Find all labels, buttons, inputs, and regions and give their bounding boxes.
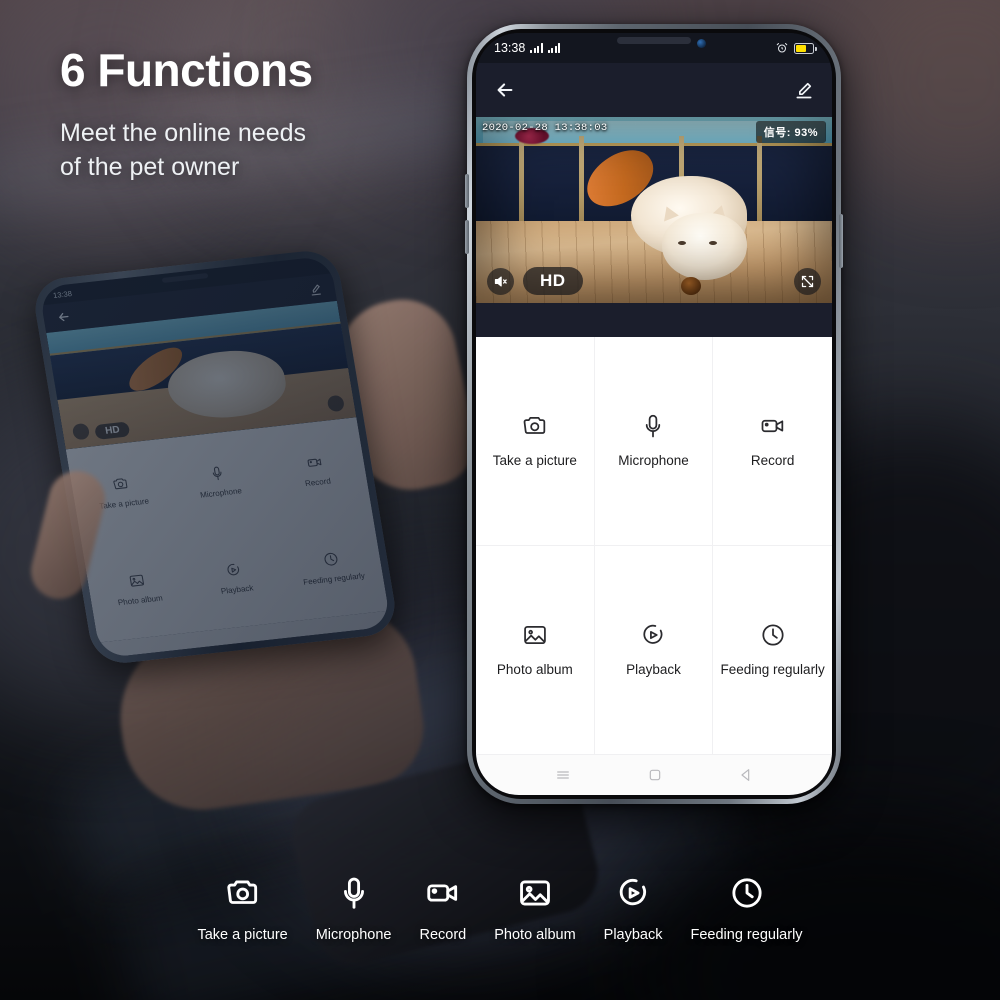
secondary-phone-mockup: 13:38 HD Take a picture Microphone Record P… [30, 247, 400, 667]
function-label: Take a picture [492, 453, 577, 469]
clock-icon [324, 553, 338, 566]
secondary-status-time: 13:38 [52, 288, 73, 300]
home-square-icon[interactable] [647, 767, 663, 783]
phone-volume-button[interactable] [465, 220, 469, 254]
video-signal-badge: 信号: 93% [755, 121, 826, 143]
function-cell-take-a-picture[interactable]: Take a picture [476, 337, 595, 546]
video-timestamp: 2020-02-28 13:38:03 [482, 122, 608, 134]
strip-item-label: Photo album [494, 927, 576, 943]
function-label: Record [750, 453, 795, 469]
back-arrow-icon[interactable] [56, 309, 72, 324]
primary-phone-mockup: 13:38 2020-02-28 13:38:03 信号: 93% HD Tak… [465, 24, 843, 804]
strip-item-photo-album[interactable]: Photo album [480, 874, 589, 943]
page-subtitle: Meet the online needs of the pet owner [60, 119, 307, 182]
strip-item-feeding-regularly[interactable]: Feeding regularly [677, 874, 817, 943]
video-bottom-spacer [476, 303, 832, 337]
circular-play-icon [228, 564, 240, 576]
function-label: Photo album [496, 662, 573, 678]
secondary-function-cell-record[interactable]: Record [259, 417, 372, 524]
menu-lines-icon[interactable] [554, 766, 572, 784]
headline-block: 6 Functions Meet the online needs of the … [60, 46, 480, 185]
microphone-icon [213, 466, 222, 481]
strip-item-record[interactable]: Record [405, 874, 480, 943]
secondary-function-label: Playback [220, 583, 255, 597]
function-label: Playback [626, 662, 681, 678]
back-arrow-icon[interactable] [494, 79, 516, 101]
strip-item-label: Take a picture [197, 927, 288, 943]
edit-pencil-icon[interactable] [794, 80, 814, 100]
video-control-bar: HD [476, 267, 832, 295]
image-gallery-icon [524, 626, 546, 645]
secondary-function-label: Microphone [199, 486, 243, 500]
camera-icon [226, 880, 257, 904]
function-cell-microphone[interactable]: Microphone [594, 337, 714, 546]
microphone-icon [343, 877, 364, 909]
secondary-function-label: Photo album [117, 593, 164, 608]
circular-play-icon [643, 624, 663, 644]
function-cell-record[interactable]: Record [713, 337, 832, 546]
signal-bars-icon [530, 43, 543, 53]
android-nav-bar [476, 755, 832, 795]
live-video-feed[interactable]: 2020-02-28 13:38:03 信号: 93% HD [476, 117, 832, 303]
phone-power-button[interactable] [839, 214, 843, 268]
function-cell-feeding-regularly[interactable]: Feeding regularly [713, 546, 832, 755]
secondary-function-cell-feeding-regularly[interactable]: Feeding regularly [276, 514, 389, 621]
secondary-function-grid: Take a picture Microphone Record Photo albu… [65, 417, 389, 643]
app-header [476, 63, 832, 117]
strip-item-label: Microphone [315, 927, 392, 943]
secondary-function-cell-playback[interactable]: Playback [179, 525, 292, 632]
camera-icon [113, 478, 128, 490]
image-gallery-icon [520, 880, 550, 906]
video-post [579, 135, 585, 233]
video-post [518, 135, 524, 233]
secondary-notch [161, 272, 209, 283]
strip-item-label: Record [419, 927, 467, 943]
secondary-function-label: Record [304, 476, 332, 489]
phone-notch-speaker [617, 37, 691, 44]
secondary-function-label: Feeding regularly [302, 571, 366, 587]
phone-screen: 13:38 2020-02-28 13:38:03 信号: 93% HD Tak… [476, 33, 832, 795]
microphone-icon [646, 414, 661, 438]
clock-icon [762, 624, 784, 646]
status-bar: 13:38 [476, 33, 832, 63]
secondary-function-cell-microphone[interactable]: Microphone [163, 428, 276, 535]
fullscreen-expand-icon[interactable] [794, 267, 821, 295]
back-triangle-icon[interactable] [738, 767, 754, 783]
status-time: 13:38 [494, 41, 526, 55]
speaker-mute-icon[interactable] [487, 267, 514, 295]
video-quality-badge[interactable]: HD [523, 267, 583, 295]
signal-bars-icon [547, 43, 561, 53]
alarm-clock-icon [776, 43, 788, 53]
function-cell-photo-album[interactable]: Photo album [476, 546, 595, 755]
video-camera-icon [307, 458, 322, 468]
strip-item-microphone[interactable]: Microphone [302, 874, 406, 943]
image-gallery-icon [129, 574, 145, 587]
function-label: Microphone [618, 453, 689, 469]
camera-icon [523, 417, 546, 434]
video-camera-icon [427, 884, 457, 902]
circular-play-icon [619, 878, 647, 906]
battery-icon [794, 42, 817, 54]
strip-item-take-a-picture[interactable]: Take a picture [183, 874, 301, 943]
function-cell-playback[interactable]: Playback [594, 546, 714, 755]
strip-item-playback[interactable]: Playback [590, 874, 677, 943]
phone-front-camera [696, 39, 706, 48]
edit-pencil-icon[interactable] [308, 282, 323, 296]
function-label: Feeding regularly [720, 662, 825, 678]
strip-item-label: Feeding regularly [690, 927, 803, 943]
secondary-phone-screen: 13:38 HD Take a picture Microphone Record P… [38, 255, 392, 659]
page-title: 6 Functions [60, 44, 313, 96]
feature-icon-strip: Take a picture Microphone Record Photo albu… [0, 874, 1000, 974]
secondary-function-cell-photo-album[interactable]: Photo album [82, 535, 195, 642]
function-grid: Take a picture Microphone Record Photo albu… [476, 337, 832, 755]
video-camera-icon [761, 419, 783, 433]
clock-icon [731, 878, 762, 908]
strip-item-label: Playback [603, 927, 663, 943]
secondary-function-label: Take a picture [98, 496, 150, 512]
